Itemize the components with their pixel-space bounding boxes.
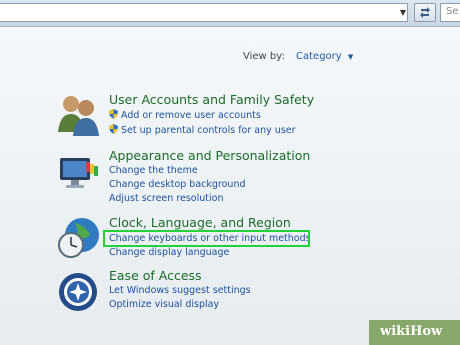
category-link[interactable]: Optimize visual display bbox=[109, 299, 219, 310]
uac-shield-icon bbox=[109, 109, 118, 119]
ease-of-access-icon bbox=[59, 273, 97, 311]
watermark: wikiHow bbox=[369, 320, 460, 345]
chevron-down-icon[interactable]: ▼ bbox=[397, 4, 409, 21]
view-by: View by: Category ▼ bbox=[243, 51, 353, 62]
address-bar[interactable] bbox=[0, 3, 408, 22]
refresh-button[interactable] bbox=[414, 3, 436, 22]
link-text: Set up parental controls for any user bbox=[121, 125, 296, 136]
search-input[interactable]: Se bbox=[440, 3, 460, 22]
category-link[interactable]: Change display language bbox=[109, 247, 229, 258]
refresh-icon bbox=[420, 7, 430, 18]
dropdown-arrow-icon[interactable]: ▼ bbox=[348, 53, 353, 61]
category-link[interactable]: Change the theme bbox=[109, 165, 198, 176]
category-link[interactable]: Adjust screen resolution bbox=[109, 193, 223, 204]
category-appearance: Appearance and Personalization Change th… bbox=[56, 148, 386, 208]
uac-shield-icon bbox=[109, 124, 118, 134]
category-title[interactable]: Ease of Access bbox=[109, 268, 202, 283]
monitor-paint-icon bbox=[60, 158, 98, 188]
category-link[interactable]: Set up parental controls for any user bbox=[109, 124, 296, 136]
category-ease-of-access: Ease of Access Let Windows suggest setti… bbox=[56, 268, 386, 318]
toolbar: ▼ Se bbox=[0, 0, 460, 27]
category-link[interactable]: Change desktop background bbox=[109, 179, 246, 190]
view-by-dropdown[interactable]: Category bbox=[296, 51, 342, 62]
category-link[interactable]: Let Windows suggest settings bbox=[109, 285, 251, 296]
category-title[interactable]: Appearance and Personalization bbox=[109, 148, 310, 163]
control-panel-window: ▼ Se View by: Category ▼ User Accounts a… bbox=[0, 0, 460, 345]
watermark-text: wikiHow bbox=[380, 324, 443, 339]
view-by-label: View by: bbox=[243, 51, 285, 62]
link-text: Add or remove user accounts bbox=[121, 110, 261, 121]
search-placeholder: Se bbox=[446, 6, 459, 17]
category-link[interactable]: Add or remove user accounts bbox=[109, 109, 261, 121]
users-icon bbox=[58, 96, 99, 136]
highlight-box bbox=[103, 230, 310, 247]
category-user-accounts: User Accounts and Family Safety Add or r… bbox=[56, 92, 386, 140]
globe-clock-icon bbox=[58, 218, 99, 258]
category-title[interactable]: User Accounts and Family Safety bbox=[109, 92, 314, 107]
category-title[interactable]: Clock, Language, and Region bbox=[109, 215, 291, 230]
